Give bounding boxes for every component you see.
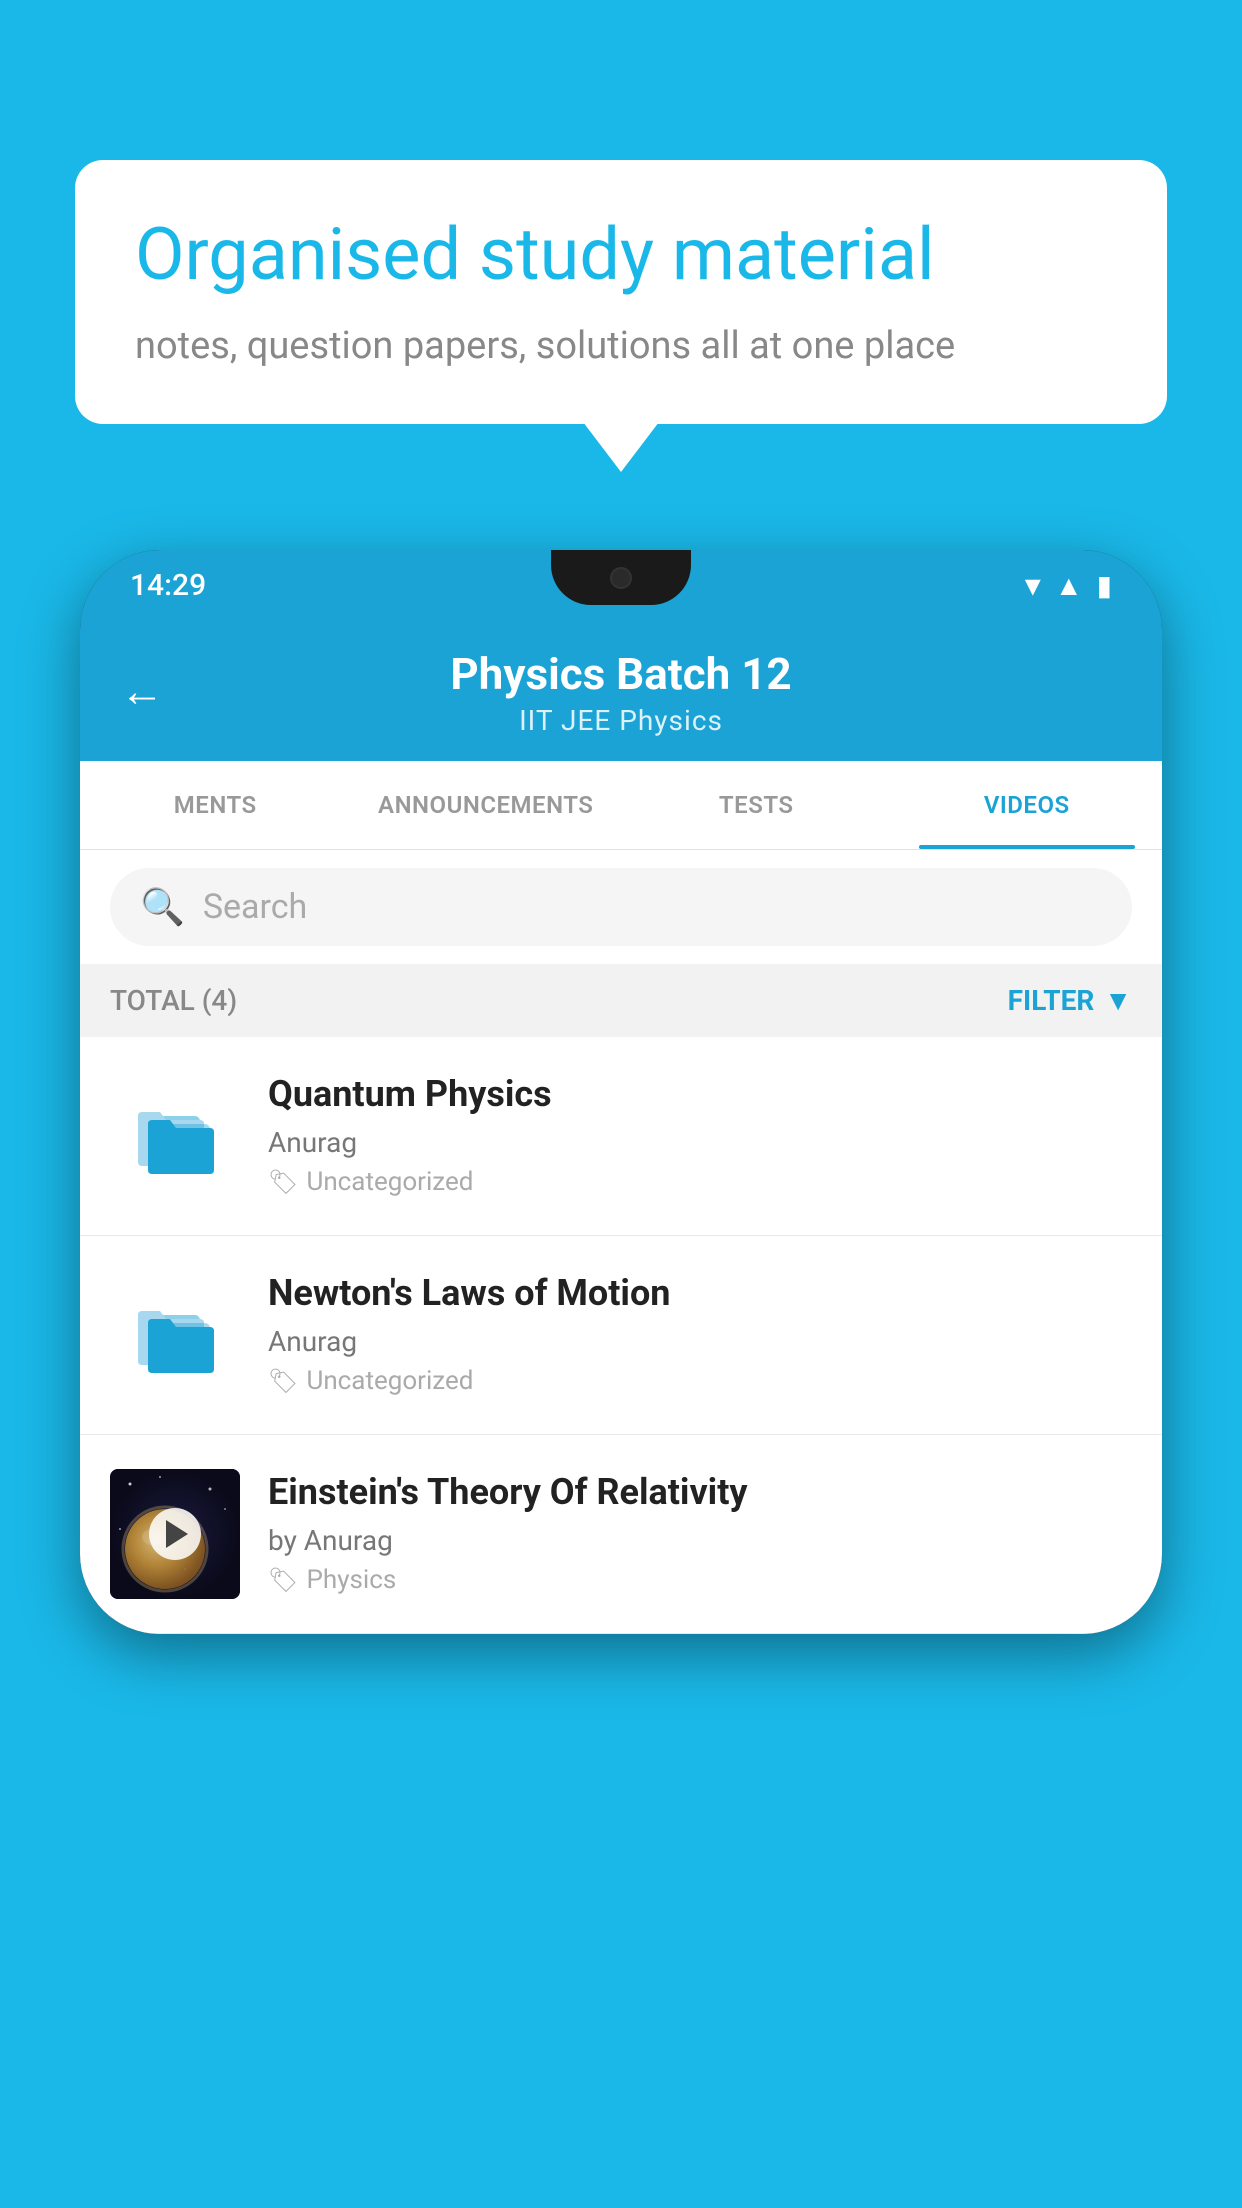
battery-icon <box>1097 569 1112 602</box>
play-triangle <box>166 1520 188 1548</box>
tag-icon: 🏷 <box>268 1566 298 1594</box>
play-overlay <box>110 1469 240 1599</box>
total-label: TOTAL (4) <box>110 984 237 1017</box>
phone: 14:29 ← Physics Batch 12 IIT JEE Physics… <box>80 550 1162 1634</box>
video-title: Quantum Physics <box>268 1071 1132 1118</box>
status-icons <box>1025 566 1112 604</box>
speech-bubble: Organised study material notes, question… <box>75 160 1167 424</box>
video-author: Anurag <box>268 1325 1132 1358</box>
video-tag: 🏷 Uncategorized <box>268 1167 1132 1197</box>
tag-icon: 🏷 <box>268 1168 298 1196</box>
search-container: 🔍 Search <box>80 850 1162 964</box>
video-title: Einstein's Theory Of Relativity <box>268 1469 1132 1516</box>
search-icon: 🔍 <box>140 886 185 928</box>
phone-wrapper: 14:29 ← Physics Batch 12 IIT JEE Physics… <box>80 550 1162 2208</box>
folder-icon <box>110 1071 240 1201</box>
video-author: by Anurag <box>268 1524 1132 1557</box>
speech-bubble-title: Organised study material <box>135 212 1107 298</box>
tab-videos[interactable]: VIDEOS <box>892 761 1163 849</box>
filter-button[interactable]: FILTER ▼ <box>1008 984 1132 1017</box>
video-author: Anurag <box>268 1126 1132 1159</box>
tag-text: Uncategorized <box>306 1366 473 1396</box>
video-info: Einstein's Theory Of Relativity by Anura… <box>268 1469 1132 1595</box>
list-item[interactable]: Newton's Laws of Motion Anurag 🏷 Uncateg… <box>80 1236 1162 1435</box>
video-info: Quantum Physics Anurag 🏷 Uncategorized <box>268 1071 1132 1197</box>
tab-tests[interactable]: TESTS <box>621 761 892 849</box>
tag-icon: 🏷 <box>268 1367 298 1395</box>
search-bar[interactable]: 🔍 Search <box>110 868 1132 946</box>
app-subtitle: IIT JEE Physics <box>519 704 723 737</box>
video-tag: 🏷 Uncategorized <box>268 1366 1132 1396</box>
video-thumbnail <box>110 1469 240 1599</box>
tabs: MENTS ANNOUNCEMENTS TESTS VIDEOS <box>80 761 1162 850</box>
back-button[interactable]: ← <box>120 665 164 717</box>
list-item[interactable]: Quantum Physics Anurag 🏷 Uncategorized <box>80 1037 1162 1236</box>
camera <box>610 567 632 589</box>
folder-icon <box>110 1270 240 1400</box>
play-button[interactable] <box>149 1508 201 1560</box>
video-title: Newton's Laws of Motion <box>268 1270 1132 1317</box>
app-title: Physics Batch 12 <box>450 648 791 700</box>
tab-ments[interactable]: MENTS <box>80 761 351 849</box>
app-header: ← Physics Batch 12 IIT JEE Physics <box>80 620 1162 761</box>
filter-bar: TOTAL (4) FILTER ▼ <box>80 964 1162 1037</box>
signal-icon <box>1055 569 1083 602</box>
tag-text: Physics <box>306 1565 396 1595</box>
tag-text: Uncategorized <box>306 1167 473 1197</box>
video-list: Quantum Physics Anurag 🏷 Uncategorized <box>80 1037 1162 1634</box>
tab-announcements[interactable]: ANNOUNCEMENTS <box>351 761 622 849</box>
search-input[interactable]: Search <box>203 887 307 927</box>
notch <box>551 550 691 605</box>
wifi-icon <box>1025 566 1041 604</box>
list-item[interactable]: Einstein's Theory Of Relativity by Anura… <box>80 1435 1162 1634</box>
video-info: Newton's Laws of Motion Anurag 🏷 Uncateg… <box>268 1270 1132 1396</box>
filter-icon: ▼ <box>1104 984 1132 1017</box>
status-time: 14:29 <box>130 568 206 603</box>
filter-label: FILTER <box>1008 984 1095 1017</box>
video-tag: 🏷 Physics <box>268 1565 1132 1595</box>
speech-bubble-subtitle: notes, question papers, solutions all at… <box>135 320 1107 373</box>
